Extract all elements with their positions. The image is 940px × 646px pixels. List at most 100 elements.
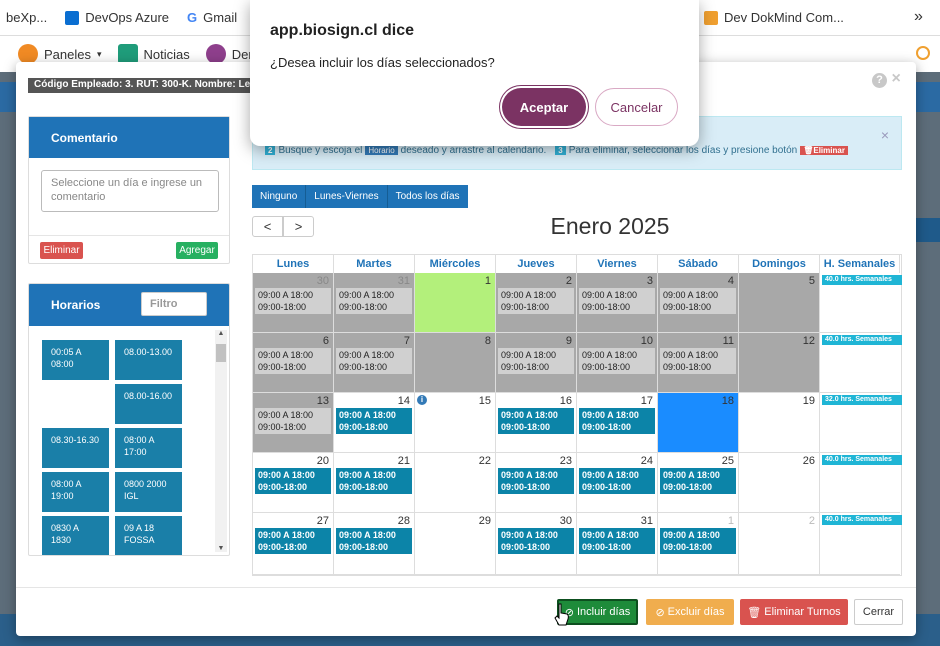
calendar-day-cell[interactable]: 30 09:00 A 18:00 09:00-18:00 [496,513,577,575]
dialog-cancel-button[interactable]: Cancelar [595,88,678,126]
shift-block[interactable]: 09:00 A 18:00 09:00-18:00 [579,348,655,374]
shift-block[interactable]: 09:00 A 18:00 09:00-18:00 [498,408,574,434]
bookmark-1[interactable]: beXp... [0,10,47,25]
calendar-day-cell[interactable]: 1 09:00 A 18:00 09:00-18:00 [658,513,739,575]
shift-block[interactable]: 09:00 A 18:00 09:00-18:00 [255,468,331,494]
calendar-day-cell[interactable]: 16 09:00 A 18:00 09:00-18:00 [496,393,577,453]
calendar-day-cell[interactable]: 7 09:00 A 18:00 09:00-18:00 [334,333,415,393]
shift-block[interactable]: 09:00 A 18:00 09:00-18:00 [579,288,655,314]
shift-block[interactable]: 09:00 A 18:00 09:00-18:00 [579,528,655,554]
delete-shifts-button[interactable]: 🗑 Eliminar Turnos [740,599,848,625]
calendar-day-cell[interactable]: 3 09:00 A 18:00 09:00-18:00 [577,273,658,333]
calendar-day-cell[interactable]: 13 09:00 A 18:00 09:00-18:00 [253,393,334,453]
calendar-day-cell[interactable]: 6 09:00 A 18:00 09:00-18:00 [253,333,334,393]
calendar-day-cell[interactable]: 9 09:00 A 18:00 09:00-18:00 [496,333,577,393]
schedule-item[interactable]: 0830 A 1830 [42,516,109,555]
shift-block[interactable]: 09:00 A 18:00 09:00-18:00 [255,288,331,314]
shift-block[interactable]: 09:00 A 18:00 09:00-18:00 [498,288,574,314]
calendar-day-cell[interactable]: 12 [739,333,820,393]
close-button[interactable]: Cerrar [854,599,903,625]
shift-block[interactable]: 09:00 A 18:00 09:00-18:00 [255,408,331,434]
calendar-day-cell[interactable]: 1 [415,273,496,333]
next-month-button[interactable]: > [283,216,314,237]
nav-den[interactable]: Den [205,44,256,64]
shift-block[interactable]: 09:00 A 18:00 09:00-18:00 [336,408,412,434]
bookmark-gmail[interactable]: G Gmail [187,10,237,25]
calendar-day-cell[interactable]: 18 [658,393,739,453]
calendar-day-cell[interactable]: 19 [739,393,820,453]
shift-block[interactable]: 09:00 A 18:00 09:00-18:00 [498,348,574,374]
calendar-day-cell[interactable]: 30 09:00 A 18:00 09:00-18:00 [253,273,334,333]
filter-none-button[interactable]: Ninguno [252,185,307,208]
schedule-item[interactable]: 00:05 A 08:00 [42,340,109,380]
shift-block[interactable]: 09:00 A 18:00 09:00-18:00 [660,288,736,314]
shift-block[interactable]: 09:00 A 18:00 09:00-18:00 [255,348,331,374]
shift-code: 09:00-18:00 [258,302,307,312]
shift-block[interactable]: 09:00 A 18:00 09:00-18:00 [336,468,412,494]
prev-month-button[interactable]: < [252,216,283,237]
help-icon[interactable]: ? [872,73,887,88]
nav-noticias[interactable]: Noticias [117,44,190,64]
shift-block[interactable]: 09:00 A 18:00 09:00-18:00 [498,528,574,554]
shift-block[interactable]: 09:00 A 18:00 09:00-18:00 [660,468,736,494]
shift-time: 09:00 A 18:00 [501,530,558,540]
shift-block[interactable]: 09:00 A 18:00 09:00-18:00 [579,408,655,434]
add-comment-button[interactable]: Agregar [176,242,218,259]
bookmark-devops[interactable]: DevOps Azure [65,10,169,25]
schedule-item[interactable]: 09 A 18 FOSSA [115,516,182,555]
schedule-item[interactable]: 08.00-16.00 [115,384,182,424]
filter-weekdays-button[interactable]: Lunes-Viernes [306,185,388,208]
nav-paneles[interactable]: Paneles ▾ [18,44,102,64]
shift-block[interactable]: 09:00 A 18:00 09:00-18:00 [498,468,574,494]
calendar-day-cell[interactable]: 22 [415,453,496,513]
calendar-day-cell[interactable]: 5 [739,273,820,333]
calendar-day-cell[interactable]: 11 09:00 A 18:00 09:00-18:00 [658,333,739,393]
filter-all-days-button[interactable]: Todos los días [387,185,468,208]
bookmark-dokmind[interactable]: Dev DokMind Com... [704,10,844,25]
calendar-day-cell[interactable]: 23 09:00 A 18:00 09:00-18:00 [496,453,577,513]
calendar-day-cell[interactable]: 14 09:00 A 18:00 09:00-18:00 [334,393,415,453]
calendar-day-cell[interactable]: 20 09:00 A 18:00 09:00-18:00 [253,453,334,513]
delete-comment-button[interactable]: Eliminar [40,242,83,259]
schedule-item[interactable]: 08:00 A 17:00 [115,428,182,468]
shift-block[interactable]: 09:00 A 18:00 09:00-18:00 [579,468,655,494]
schedule-item[interactable]: 08.00-13.00 [115,340,182,380]
schedule-item[interactable]: 08.30-16.30 [42,428,109,468]
info-icon[interactable]: i [417,395,427,405]
calendar-day-cell[interactable]: 10 09:00 A 18:00 09:00-18:00 [577,333,658,393]
calendar-day-cell[interactable]: 25 09:00 A 18:00 09:00-18:00 [658,453,739,513]
schedules-filter-input[interactable]: Filtro [141,292,207,316]
calendar-day-cell[interactable]: 4 09:00 A 18:00 09:00-18:00 [658,273,739,333]
scroll-up-icon[interactable]: ▲ [215,330,227,337]
shift-block[interactable]: 09:00 A 18:00 09:00-18:00 [336,288,412,314]
shift-block[interactable]: 09:00 A 18:00 09:00-18:00 [255,528,331,554]
schedule-item[interactable]: 0800 2000 IGL [115,472,182,512]
calendar-day-cell[interactable]: 29 [415,513,496,575]
calendar-day-cell[interactable]: 26 [739,453,820,513]
comment-textarea[interactable]: Seleccione un día e ingrese un comentari… [41,170,219,212]
more-bookmarks-icon[interactable]: » [914,8,923,26]
alert-close-icon[interactable]: × [881,127,889,143]
calendar-day-cell[interactable]: 21 09:00 A 18:00 09:00-18:00 [334,453,415,513]
exclude-days-button[interactable]: ⊘ Excluir días [646,599,734,625]
shift-block[interactable]: 09:00 A 18:00 09:00-18:00 [336,528,412,554]
shift-block[interactable]: 09:00 A 18:00 09:00-18:00 [660,528,736,554]
shift-block[interactable]: 09:00 A 18:00 09:00-18:00 [336,348,412,374]
calendar-day-cell[interactable]: 24 09:00 A 18:00 09:00-18:00 [577,453,658,513]
calendar-day-cell[interactable]: 31 09:00 A 18:00 09:00-18:00 [334,273,415,333]
calendar-day-cell[interactable]: 2 [739,513,820,575]
scroll-down-icon[interactable]: ▼ [215,545,227,552]
calendar-day-cell[interactable]: 2 09:00 A 18:00 09:00-18:00 [496,273,577,333]
shift-block[interactable]: 09:00 A 18:00 09:00-18:00 [660,348,736,374]
calendar-day-cell[interactable]: 28 09:00 A 18:00 09:00-18:00 [334,513,415,575]
close-icon[interactable]: × [891,70,900,87]
schedules-scrollbar[interactable]: ▲ ▼ [215,330,227,552]
calendar-day-cell[interactable]: 8 [415,333,496,393]
calendar-day-cell[interactable]: 15 i [415,393,496,453]
calendar-day-cell[interactable]: 31 09:00 A 18:00 09:00-18:00 [577,513,658,575]
dialog-accept-button[interactable]: Aceptar [502,88,586,126]
calendar-day-cell[interactable]: 27 09:00 A 18:00 09:00-18:00 [253,513,334,575]
calendar-day-cell[interactable]: 17 09:00 A 18:00 09:00-18:00 [577,393,658,453]
schedule-item[interactable]: 08:00 A 19:00 [42,472,109,512]
scrollbar-thumb[interactable] [216,344,226,362]
